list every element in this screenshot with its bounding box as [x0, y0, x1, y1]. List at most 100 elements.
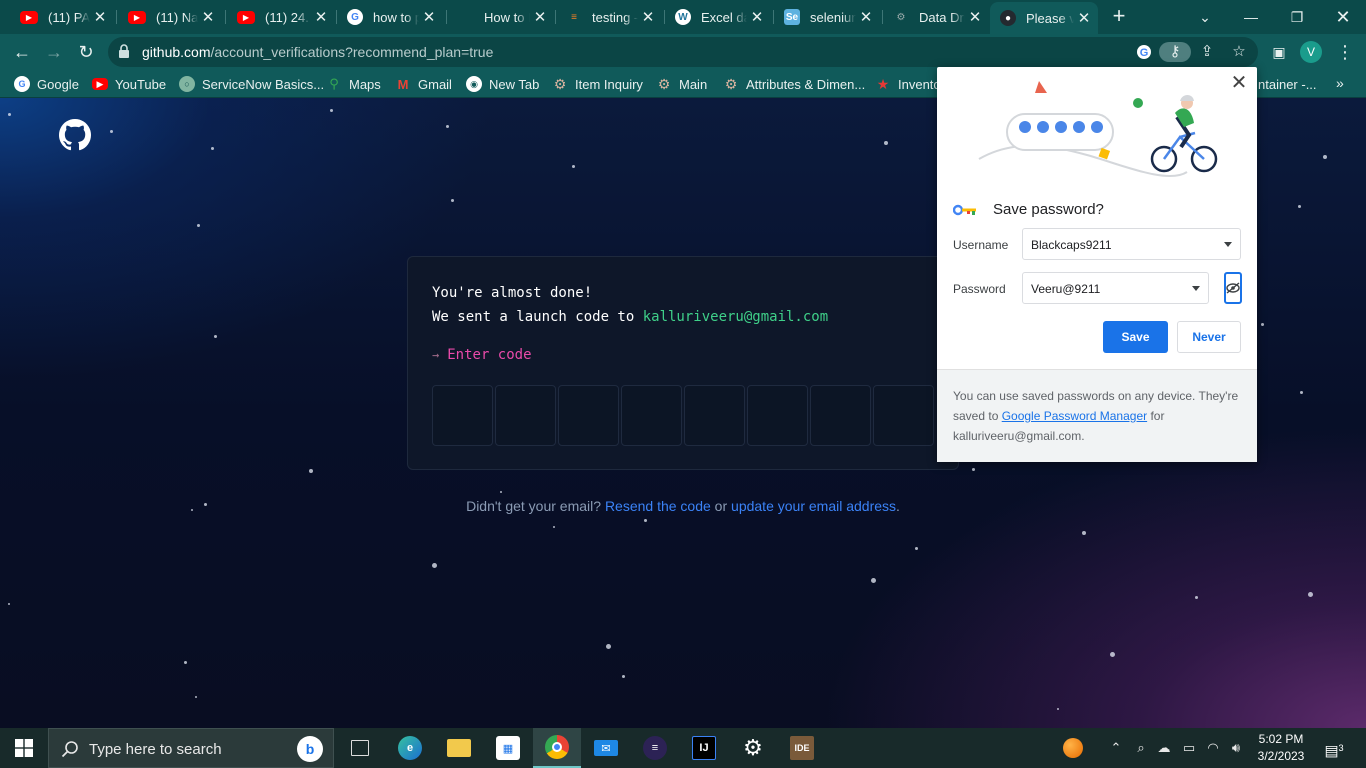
windows-start-button[interactable] — [0, 728, 48, 768]
bookmark-maps[interactable]: ⚲ Maps — [326, 75, 381, 93]
tab-data-driven[interactable]: ⚙ Data Driven ✕ — [883, 4, 989, 30]
wifi-icon[interactable]: ◠ — [1204, 738, 1222, 758]
tab-youtube-2[interactable]: ▶ (11) Naveen ✕ — [118, 4, 222, 30]
star-dot — [1300, 391, 1303, 394]
gear-icon: ⚙ — [724, 75, 738, 92]
notification-center-button[interactable]: ▤3 — [1322, 738, 1346, 760]
system-clock[interactable]: 5:02 PM 3/2/2023 — [1252, 731, 1310, 765]
mail-app[interactable]: ✉ — [582, 728, 630, 768]
maps-icon: ⚲ — [329, 76, 339, 91]
password-value: Veeru@9211 — [1031, 282, 1101, 296]
datadriven-icon: ⚙ — [896, 11, 906, 23]
code-digit-input[interactable] — [684, 385, 745, 446]
tab-close-icon[interactable]: ✕ — [856, 8, 876, 26]
update-email-link[interactable]: update your email address — [731, 498, 896, 514]
bookmarks-overflow-button[interactable]: » — [1336, 75, 1344, 91]
tab-close-icon[interactable]: ✕ — [747, 8, 767, 26]
tab-wordpress[interactable]: W Excel data ✕ — [665, 4, 771, 30]
chevron-down-icon — [1192, 286, 1200, 291]
chevron-up-icon[interactable]: ⌃ — [1108, 738, 1124, 758]
reload-button[interactable]: ↻ — [74, 40, 98, 64]
tab-close-icon[interactable]: ✕ — [530, 8, 550, 26]
bookmark-google[interactable]: G Google — [14, 75, 79, 93]
username-select[interactable]: Blackcaps9211 — [1022, 228, 1241, 260]
tab-youtube-1[interactable]: ▶ (11) PARAM ✕ — [10, 4, 114, 30]
tab-google-search[interactable]: G how to pass ✕ — [337, 4, 443, 30]
restore-button[interactable]: ❐ — [1274, 0, 1320, 34]
google-lens-icon[interactable]: G — [1133, 42, 1155, 62]
file-explorer-app[interactable] — [435, 728, 483, 768]
share-icon[interactable]: ⇪ — [1196, 42, 1218, 62]
taskbar-search-input[interactable]: Type here to search b — [48, 728, 334, 768]
code-digit-input[interactable] — [621, 385, 682, 446]
task-view-button[interactable] — [336, 728, 384, 768]
speaker-icon[interactable]: 🔊︎ — [1227, 738, 1245, 758]
address-bar[interactable]: github.com/account_verifications?recomme… — [108, 37, 1258, 67]
meet-now-icon[interactable]: ⌕ — [1132, 738, 1150, 758]
star-dot — [110, 130, 113, 133]
tab-close-icon[interactable]: ✕ — [198, 8, 218, 26]
star-dot — [644, 519, 647, 522]
bookmark-new-tab[interactable]: ◉ New Tab — [466, 75, 539, 93]
bookmark-container[interactable]: ntainer -... — [1258, 75, 1317, 93]
tab-close-icon[interactable]: ✕ — [311, 8, 331, 26]
eclipse-app[interactable]: ≡ — [631, 728, 679, 768]
star-dot — [451, 199, 454, 202]
tab-close-icon[interactable]: ✕ — [1074, 9, 1094, 27]
tab-close-icon[interactable]: ✕ — [638, 8, 658, 26]
never-save-button[interactable]: Never — [1177, 321, 1241, 353]
key-icon[interactable]: ⚷ — [1159, 42, 1191, 62]
menu-dots-icon[interactable]: ⋮ — [1336, 40, 1354, 64]
orange-tray-icon[interactable] — [1062, 738, 1084, 758]
task-view-icon — [351, 740, 369, 756]
profile-avatar[interactable]: V — [1300, 41, 1322, 63]
new-tab-button[interactable]: + — [1108, 5, 1130, 27]
bookmark-star-icon[interactable]: ☆ — [1228, 42, 1250, 62]
code-digit-input[interactable] — [558, 385, 619, 446]
minimize-button[interactable]: — — [1228, 0, 1274, 34]
save-password-button[interactable]: Save — [1103, 321, 1168, 353]
password-select[interactable]: Veeru@9211 — [1022, 272, 1209, 304]
bookmark-inventory[interactable]: ★ Invento — [875, 75, 941, 93]
edge-app[interactable]: e — [386, 728, 434, 768]
bookmark-main[interactable]: ⚙ Main — [656, 75, 707, 93]
bookmark-attributes[interactable]: ⚙ Attributes & Dimen... — [723, 75, 866, 93]
mail-icon: ✉ — [594, 740, 618, 756]
tab-github-active[interactable]: ● Please verify ✕ — [990, 2, 1098, 34]
intellij-app[interactable]: IJ — [680, 728, 728, 768]
bookmark-servicenow[interactable]: ○ ServiceNow Basics... — [179, 75, 324, 93]
tab-title: Excel data — [701, 9, 747, 25]
close-icon[interactable]: ✕ — [1229, 73, 1249, 93]
bookmark-youtube[interactable]: ▶ YouTube — [92, 75, 166, 93]
tab-how-to[interactable]: How to Do ✕ — [448, 4, 554, 30]
tab-search-chevron-icon[interactable]: ⌄ — [1182, 0, 1228, 34]
tab-selenium[interactable]: Se selenium ✕ — [774, 4, 880, 30]
resend-code-link[interactable]: Resend the code — [605, 498, 711, 514]
side-panel-icon[interactable]: ▣ — [1267, 40, 1291, 64]
bookmark-gmail[interactable]: M Gmail — [395, 75, 452, 93]
code-digit-input[interactable] — [810, 385, 871, 446]
tab-youtube-3[interactable]: ▶ (11) 24. Gr ✕ — [227, 4, 335, 30]
battery-icon[interactable]: ▭ — [1180, 738, 1198, 758]
code-digit-input[interactable] — [747, 385, 808, 446]
tab-close-icon[interactable]: ✕ — [90, 8, 110, 26]
code-digit-input[interactable] — [873, 385, 934, 446]
code-digit-input[interactable] — [432, 385, 493, 446]
close-window-button[interactable]: ✕ — [1320, 0, 1366, 34]
settings-app[interactable]: ⚙ — [729, 728, 777, 768]
store-app[interactable]: ▦ — [484, 728, 532, 768]
ide-app[interactable]: IDE — [778, 728, 826, 768]
code-digit-input[interactable] — [495, 385, 556, 446]
tab-stackoverflow[interactable]: ≡ testing - Ma ✕ — [556, 4, 662, 30]
network-warning-icon[interactable]: ☁ — [1155, 738, 1173, 758]
bing-icon[interactable]: b — [297, 736, 323, 762]
back-button[interactable]: ← — [10, 40, 34, 64]
bookmark-item-inquiry[interactable]: ⚙ Item Inquiry — [552, 75, 643, 93]
chrome-app[interactable] — [533, 728, 581, 768]
hide-password-eye-icon[interactable] — [1224, 272, 1242, 304]
tab-close-icon[interactable]: ✕ — [419, 8, 439, 26]
tab-close-icon[interactable]: ✕ — [965, 8, 985, 26]
github-logo-icon[interactable] — [59, 119, 91, 151]
forward-button[interactable]: → — [42, 40, 66, 64]
google-password-manager-link[interactable]: Google Password Manager — [1002, 409, 1147, 423]
